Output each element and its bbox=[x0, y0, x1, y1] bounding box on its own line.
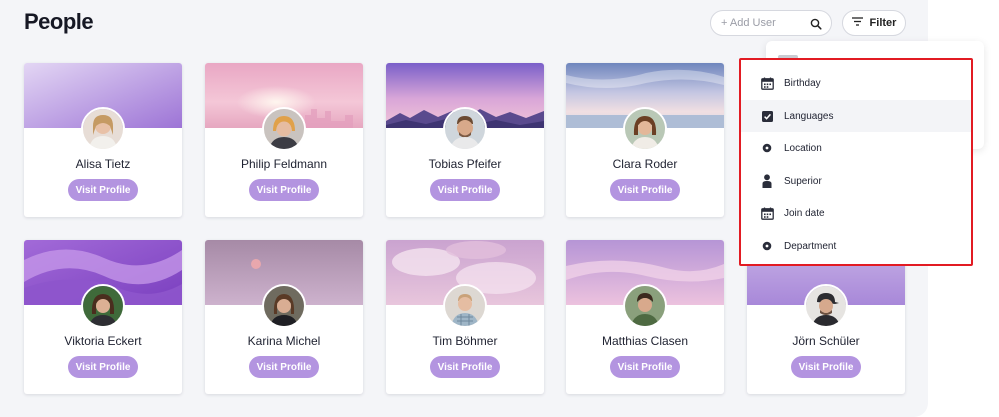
filter-option-label: Department bbox=[784, 240, 837, 252]
avatar[interactable] bbox=[443, 284, 487, 328]
person-name: Karina Michel bbox=[247, 334, 321, 348]
person-name: Philip Feldmann bbox=[240, 157, 328, 171]
person-name: Viktoria Eckert bbox=[64, 334, 142, 348]
person-name: Clara Roder bbox=[612, 157, 678, 171]
person-card: Matthias Clasen Visit Profile bbox=[566, 240, 724, 394]
visit-profile-button[interactable]: Visit Profile bbox=[430, 179, 500, 201]
visit-profile-button[interactable]: Visit Profile bbox=[430, 356, 500, 378]
person-icon bbox=[760, 174, 774, 188]
person-card: Tobias Pfeifer Visit Profile bbox=[386, 63, 544, 217]
person-card: Philip Feldmann Visit Profile bbox=[205, 63, 363, 217]
add-user-search[interactable] bbox=[710, 10, 832, 36]
avatar[interactable] bbox=[443, 107, 487, 151]
visit-profile-button[interactable]: Visit Profile bbox=[249, 179, 319, 201]
filter-option-label: Join date bbox=[784, 207, 825, 219]
avatar[interactable] bbox=[81, 284, 125, 328]
calendar-icon bbox=[760, 206, 774, 220]
person-card: Viktoria Eckert Visit Profile bbox=[24, 240, 182, 394]
person-card: Clara Roder Visit Profile bbox=[566, 63, 724, 217]
filter-option-label: Location bbox=[784, 142, 822, 154]
person-card: Karina Michel Visit Profile bbox=[205, 240, 363, 394]
person-name: Alisa Tietz bbox=[75, 157, 131, 171]
avatar[interactable] bbox=[623, 284, 667, 328]
avatar[interactable] bbox=[262, 284, 306, 328]
filter-option-label: Superior bbox=[784, 175, 822, 187]
person-name: Tim Böhmer bbox=[432, 334, 498, 348]
avatar[interactable] bbox=[262, 107, 306, 151]
visit-profile-button[interactable]: Visit Profile bbox=[791, 356, 861, 378]
person-name: Matthias Clasen bbox=[601, 334, 689, 348]
avatar[interactable] bbox=[804, 284, 848, 328]
calendar-icon bbox=[760, 76, 774, 90]
visit-profile-button[interactable]: Visit Profile bbox=[610, 179, 680, 201]
filter-option-join-date[interactable]: Join date bbox=[741, 197, 971, 229]
visit-profile-button[interactable]: Visit Profile bbox=[68, 179, 138, 201]
filter-option-label: Birthday bbox=[784, 77, 821, 89]
person-card: Tim Böhmer Visit Profile bbox=[386, 240, 544, 394]
filter-option-birthday[interactable]: Birthday bbox=[741, 67, 971, 99]
page-title: People bbox=[24, 9, 94, 34]
avatar[interactable] bbox=[81, 107, 125, 151]
visit-profile-button[interactable]: Visit Profile bbox=[610, 356, 680, 378]
checkbox-icon bbox=[760, 109, 774, 123]
filter-lines-icon bbox=[851, 17, 863, 29]
person-card: Alisa Tietz Visit Profile bbox=[24, 63, 182, 217]
add-user-input[interactable] bbox=[721, 14, 807, 32]
filter-option-superior[interactable]: Superior bbox=[741, 165, 971, 197]
filter-button-label: Filter bbox=[869, 17, 897, 29]
filter-option-label: Languages bbox=[784, 110, 834, 122]
visit-profile-button[interactable]: Visit Profile bbox=[249, 356, 319, 378]
filter-option-languages[interactable]: Languages bbox=[741, 100, 971, 132]
avatar[interactable] bbox=[623, 107, 667, 151]
location-dot-icon bbox=[760, 141, 774, 155]
visit-profile-button[interactable]: Visit Profile bbox=[68, 356, 138, 378]
filter-menu: Birthday Languages Location Superior Joi… bbox=[739, 58, 973, 266]
person-name: Jörn Schüler bbox=[792, 334, 860, 348]
person-name: Tobias Pfeifer bbox=[428, 157, 502, 171]
filter-option-department[interactable]: Department bbox=[741, 230, 971, 262]
filter-button[interactable]: Filter bbox=[842, 10, 906, 36]
filter-option-location[interactable]: Location bbox=[741, 132, 971, 164]
search-icon[interactable] bbox=[810, 17, 822, 35]
department-dot-icon bbox=[760, 239, 774, 253]
